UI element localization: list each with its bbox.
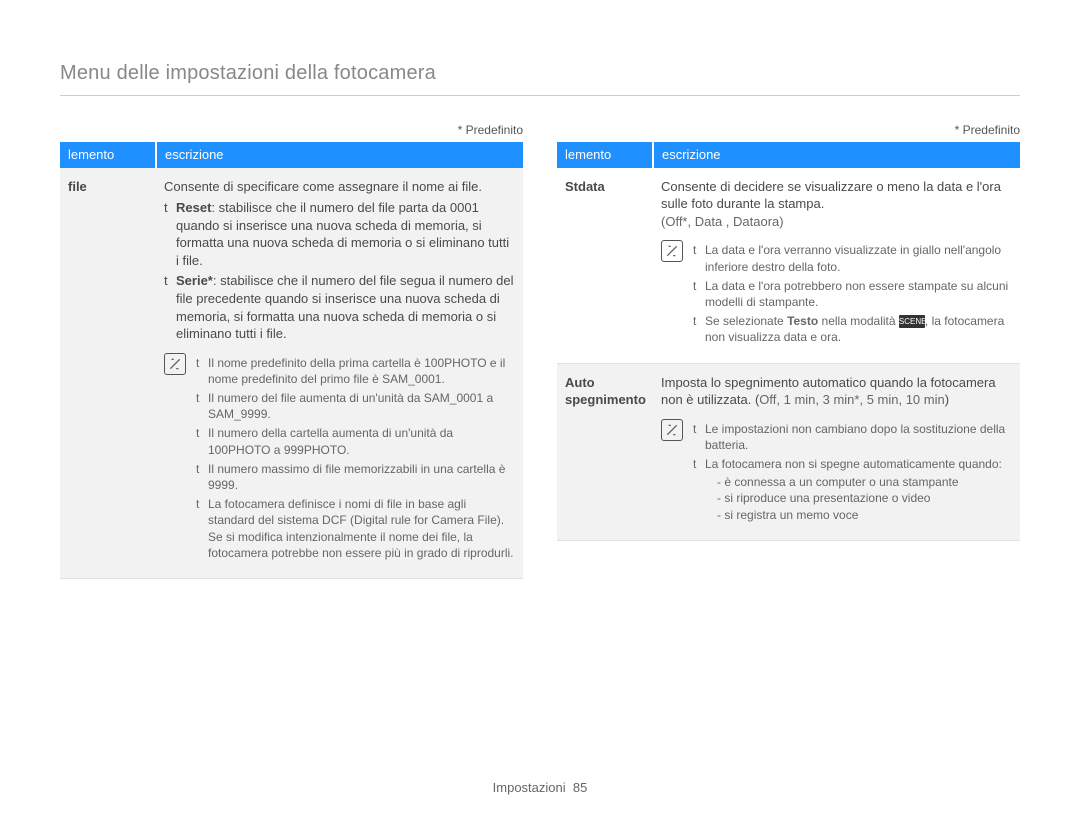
serie-term: Serie* <box>176 273 213 288</box>
list-item: Il numero della cartella aumenta di un'u… <box>196 425 515 457</box>
predef-note-left: * Predefinito <box>60 122 523 138</box>
row-desc-stdata: Consente di decidere se visualizzare o m… <box>653 168 1020 363</box>
settings-table-right: lemento escrizione Stdata Consente di de… <box>557 142 1020 541</box>
list-item: Reset: stabilisce che il numero del file… <box>164 199 515 269</box>
note-box: Le impostazioni non cambiano dopo la sos… <box>661 417 1012 526</box>
th-description: escrizione <box>653 142 1020 168</box>
autooff-post: ) <box>945 392 949 407</box>
list-item: si riproduce una presentazione o video <box>717 490 1012 506</box>
page-footer: Impostazioni 85 <box>0 779 1080 797</box>
row-desc-file: Consente di specificare come assegnare i… <box>156 168 523 579</box>
reset-term: Reset <box>176 200 211 215</box>
th-element: lemento <box>60 142 156 168</box>
n3-mid: nella modalità <box>818 314 899 328</box>
n3-pre: Se selezionate <box>705 314 787 328</box>
note-icon <box>661 419 683 441</box>
n2-text: La fotocamera non si spegne automaticame… <box>705 457 1002 471</box>
table-row: Auto spegnimento Imposta lo spegnimento … <box>557 363 1020 540</box>
stdata-options: (Off*, Data , Dataora) <box>661 213 1012 231</box>
content-columns: * Predefinito lemento escrizione file Co… <box>60 122 1020 579</box>
list-item: La fotocamera non si spegne automaticame… <box>693 456 1012 523</box>
th-description: escrizione <box>156 142 523 168</box>
file-intro: Consente di specificare come assegnare i… <box>164 178 515 196</box>
list-item: Il numero massimo di file memorizzabili … <box>196 461 515 493</box>
title-divider <box>60 95 1020 96</box>
list-item: La fotocamera definisce i nomi di file i… <box>196 496 515 561</box>
file-options-list: Reset: stabilisce che il numero del file… <box>164 199 515 342</box>
reset-desc: : stabilisce che il numero del file part… <box>176 200 509 268</box>
left-column: * Predefinito lemento escrizione file Co… <box>60 122 523 579</box>
list-item: Le impostazioni non cambiano dopo la sos… <box>693 421 1012 453</box>
list-item: La data e l'ora potrebbero non essere st… <box>693 278 1012 310</box>
predef-note-right: * Predefinito <box>557 122 1020 138</box>
footer-section: Impostazioni <box>493 780 566 795</box>
serie-desc: : stabilisce che il numero del file segu… <box>176 273 513 341</box>
stdata-intro: Consente di decidere se visualizzare o m… <box>661 178 1012 213</box>
note-box: Il nome predefinito della prima cartella… <box>164 351 515 564</box>
list-item: Il nome predefinito della prima cartella… <box>196 355 515 387</box>
table-row: file Consente di specificare come assegn… <box>60 168 523 579</box>
table-row: Stdata Consente di decidere se visualizz… <box>557 168 1020 363</box>
list-item: Serie*: stabilisce che il numero del fil… <box>164 272 515 342</box>
list-item: Il numero del file aumenta di un'unità d… <box>196 390 515 422</box>
page-title: Menu delle impostazioni della fotocamera <box>60 60 1020 87</box>
footer-page-number: 85 <box>573 780 587 795</box>
right-column: * Predefinito lemento escrizione Stdata … <box>557 122 1020 579</box>
n3-bold: Testo <box>787 314 818 328</box>
row-label-auto-off: Auto spegnimento <box>557 363 653 540</box>
row-desc-auto-off: Imposta lo spegnimento automatico quando… <box>653 363 1020 540</box>
note-content: La data e l'ora verranno visualizzate in… <box>693 238 1012 348</box>
row-label-file: file <box>60 168 156 579</box>
note-content: Le impostazioni non cambiano dopo la sos… <box>693 417 1012 526</box>
note-icon <box>661 240 683 262</box>
autooff-opts: Off, 1 min, 3 min*, 5 min, 10 min <box>759 392 944 407</box>
th-element: lemento <box>557 142 653 168</box>
settings-table-left: lemento escrizione file Consente di spec… <box>60 142 523 579</box>
scene-mode-icon: SCENE <box>899 315 925 328</box>
sublist: è connessa a un computer o una stampante… <box>717 474 1012 523</box>
note-content: Il nome predefinito della prima cartella… <box>196 351 515 564</box>
list-item: Se selezionate Testo nella modalità SCEN… <box>693 313 1012 345</box>
list-item: è connessa a un computer o una stampante <box>717 474 1012 490</box>
list-item: La data e l'ora verranno visualizzate in… <box>693 242 1012 274</box>
autooff-intro: Imposta lo spegnimento automatico quando… <box>661 374 1012 409</box>
row-label-stdata: Stdata <box>557 168 653 363</box>
list-item: si registra un memo voce <box>717 507 1012 523</box>
note-icon <box>164 353 186 375</box>
note-box: La data e l'ora verranno visualizzate in… <box>661 238 1012 348</box>
